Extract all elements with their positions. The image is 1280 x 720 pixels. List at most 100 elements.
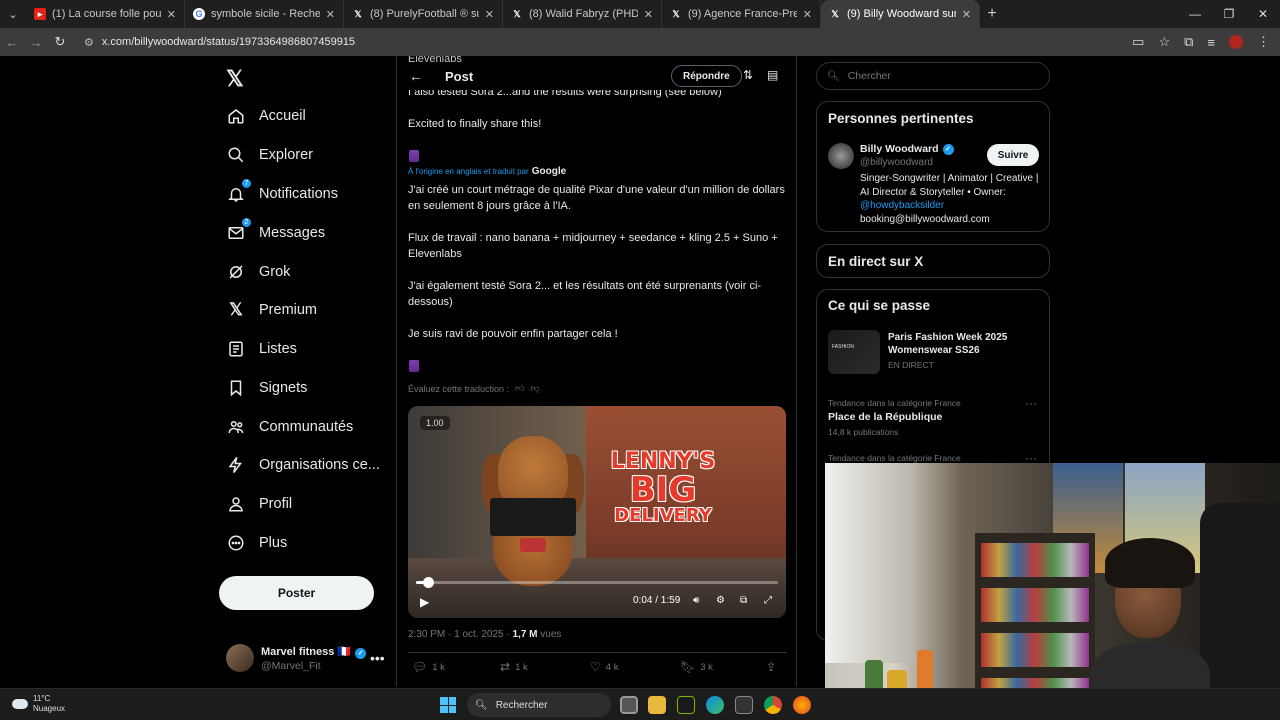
x-logo-icon[interactable]: 𝕏 <box>226 66 244 92</box>
file-explorer-icon[interactable] <box>648 696 666 714</box>
post-timestamp[interactable]: 2:30 PM · 1 oct. 2025 · <box>408 629 513 640</box>
tab-title: (1) La course folle pour créer u <box>52 8 161 20</box>
video-player[interactable]: LENNY'S BIG DELIVERY 1.00 ▶ 0:04 / 1:59 … <box>408 406 786 618</box>
star-icon[interactable]: ☆ <box>1158 34 1170 50</box>
thumbs-up-icon[interactable]: 👍︎ <box>515 383 524 394</box>
close-icon[interactable]: ✕ <box>803 8 812 21</box>
nav-item-grok[interactable]: Grok <box>226 260 290 284</box>
weather-widget[interactable]: 11°C Nuageux <box>12 694 65 714</box>
nav-item-bookmarks[interactable]: Signets <box>226 376 307 400</box>
post-button[interactable]: Poster <box>219 576 374 610</box>
nav-item-notifications[interactable]: 7 Notifications <box>226 178 338 206</box>
close-icon[interactable]: ✕ <box>644 8 653 21</box>
more-icon[interactable]: ••• <box>370 650 385 666</box>
browser-tab-active[interactable]: 𝕏 (9) Billy Woodward sur X : "I cre ✕ <box>821 0 980 28</box>
person-icon <box>226 494 246 514</box>
webcam-overlay <box>825 463 1280 720</box>
trend-category: Tendance dans la catégorie France <box>828 398 961 408</box>
site-info-icon[interactable]: ⚙ <box>84 36 94 49</box>
nav-item-explore[interactable]: Explorer <box>226 143 313 167</box>
event-thumbnail[interactable]: FASHION <box>828 330 880 374</box>
live-card[interactable]: En direct sur X <box>816 244 1050 278</box>
chrome-icon[interactable] <box>764 696 782 714</box>
post-text: J'ai également testé Sora 2... et les ré… <box>408 280 762 308</box>
forward-icon[interactable]: → <box>24 35 48 50</box>
nav-item-home[interactable]: Accueil <box>226 104 306 128</box>
nav-item-premium[interactable]: 𝕏 Premium <box>226 298 317 322</box>
close-icon[interactable]: ✕ <box>167 8 176 21</box>
avatar[interactable] <box>828 143 854 169</box>
search-input[interactable]: 🔍︎ Chercher <box>816 62 1050 90</box>
maximize-icon[interactable]: ❐ <box>1212 0 1246 28</box>
settings-icon[interactable]: ⚙ <box>716 595 725 606</box>
reader-icon[interactable]: ▤ <box>767 68 778 82</box>
bio-link[interactable]: @howdybacksilder <box>860 200 944 211</box>
firefox-icon[interactable] <box>793 696 811 714</box>
nav-item-more[interactable]: Plus <box>226 531 287 555</box>
profile-avatar-icon[interactable] <box>1229 35 1243 49</box>
task-view-icon[interactable] <box>620 696 638 714</box>
nav-item-messages[interactable]: 2 Messages <box>226 217 325 245</box>
browser-tab[interactable]: 𝕏 (9) Agence France-Presse sur X ✕ <box>662 0 821 28</box>
tab-search-icon[interactable]: ⌄ <box>0 0 26 28</box>
url-field[interactable]: ⚙ x.com/billywoodward/status/19733649868… <box>84 36 355 49</box>
message-badge: 2 <box>241 217 252 228</box>
reload-icon[interactable]: ↻ <box>48 34 72 50</box>
playback-speed[interactable]: 1.00 <box>420 416 450 430</box>
back-arrow-icon[interactable]: ← <box>409 68 423 84</box>
cast-icon[interactable]: ▭ <box>1132 34 1144 50</box>
menu-icon[interactable]: ⋮ <box>1257 34 1270 50</box>
filter-icon[interactable]: ⇅ <box>743 68 753 82</box>
nav-item-communities[interactable]: Communautés <box>226 415 353 439</box>
pip-icon[interactable]: ⧉ <box>740 595 747 606</box>
edge-icon[interactable] <box>706 696 724 714</box>
post-text: Je suis ravi de pouvoir enfin partager c… <box>408 328 618 340</box>
extensions-icon[interactable]: ⧉ <box>1184 34 1193 50</box>
new-tab-button[interactable]: + <box>980 5 1004 23</box>
user-name[interactable]: Billy Woodward ✓ <box>860 143 954 155</box>
trend-count: 14,8 k publications <box>828 427 899 437</box>
volume-icon[interactable]: 🔊︎ <box>693 595 699 606</box>
nav-item-profile[interactable]: Profil <box>226 492 292 516</box>
nvidia-icon[interactable] <box>677 696 695 714</box>
webcam-window <box>825 463 915 663</box>
browser-tab[interactable]: 𝕏 (8) PurelyFootball ® sur X : " ✕ <box>344 0 503 28</box>
nav-item-lists[interactable]: Listes <box>226 337 297 361</box>
minimize-icon[interactable]: — <box>1178 0 1212 28</box>
play-icon[interactable]: ▶ <box>420 595 429 609</box>
video-progress-bar[interactable] <box>416 577 778 588</box>
browser-tab[interactable]: 𝕏 (8) Walid Fabryz (PHD | PHD) (/ ✕ <box>503 0 662 28</box>
cloud-icon <box>12 699 28 709</box>
post-meta: 2:30 PM · 1 oct. 2025 · 1,7 M vues <box>408 629 561 640</box>
close-icon[interactable]: ✕ <box>326 8 335 21</box>
follow-button[interactable]: Suivre <box>987 144 1039 166</box>
taskbar-search[interactable]: 🔍︎ Rechercher <box>467 693 611 717</box>
repost-action[interactable]: ⇄ 1 k <box>500 660 528 674</box>
windows-start-icon[interactable] <box>440 697 456 713</box>
taskbar-search-text: Rechercher <box>495 699 548 711</box>
user-handle: @billywoodward <box>860 157 933 168</box>
like-action[interactable]: ♡ 4 k <box>590 660 618 674</box>
trend-name[interactable]: Place de la République <box>828 411 942 423</box>
close-icon[interactable]: ✕ <box>962 8 971 21</box>
video-title-line: DELIVERY <box>614 505 712 526</box>
event-title[interactable]: Paris Fashion Week 2025 Womenswear SS26 <box>888 331 1043 357</box>
post-header: ← Post Répondre ⇅ ▤ <box>397 62 796 90</box>
close-icon[interactable]: ✕ <box>485 8 494 21</box>
close-window-icon[interactable]: ✕ <box>1246 0 1280 28</box>
more-icon[interactable]: ··· <box>1025 396 1037 410</box>
card-title: En direct sur X <box>828 254 924 269</box>
account-switcher[interactable]: Marvel fitness 🇫🇷 ✓ @Marvel_Fit ••• <box>226 642 386 676</box>
bookmark-action[interactable]: 🔖︎ 3 k <box>680 660 713 674</box>
reading-list-icon[interactable]: ≡ <box>1207 35 1215 50</box>
share-action[interactable]: ⇪ <box>766 660 781 674</box>
store-icon[interactable] <box>735 696 753 714</box>
browser-tab[interactable]: Gsymbole sicile - Recherche Goo ✕ <box>185 0 344 28</box>
fullscreen-icon[interactable]: ⤢ <box>764 595 772 606</box>
back-icon[interactable]: ← <box>0 35 24 50</box>
reply-button[interactable]: Répondre <box>671 65 742 87</box>
nav-item-organizations[interactable]: Organisations ce... <box>226 453 380 477</box>
thumbs-down-icon[interactable]: 👎︎ <box>530 383 539 394</box>
browser-tab[interactable]: ▸ (1) La course folle pour créer u ✕ <box>26 0 185 28</box>
reply-action[interactable]: 💬︎ 1 k <box>412 660 445 674</box>
